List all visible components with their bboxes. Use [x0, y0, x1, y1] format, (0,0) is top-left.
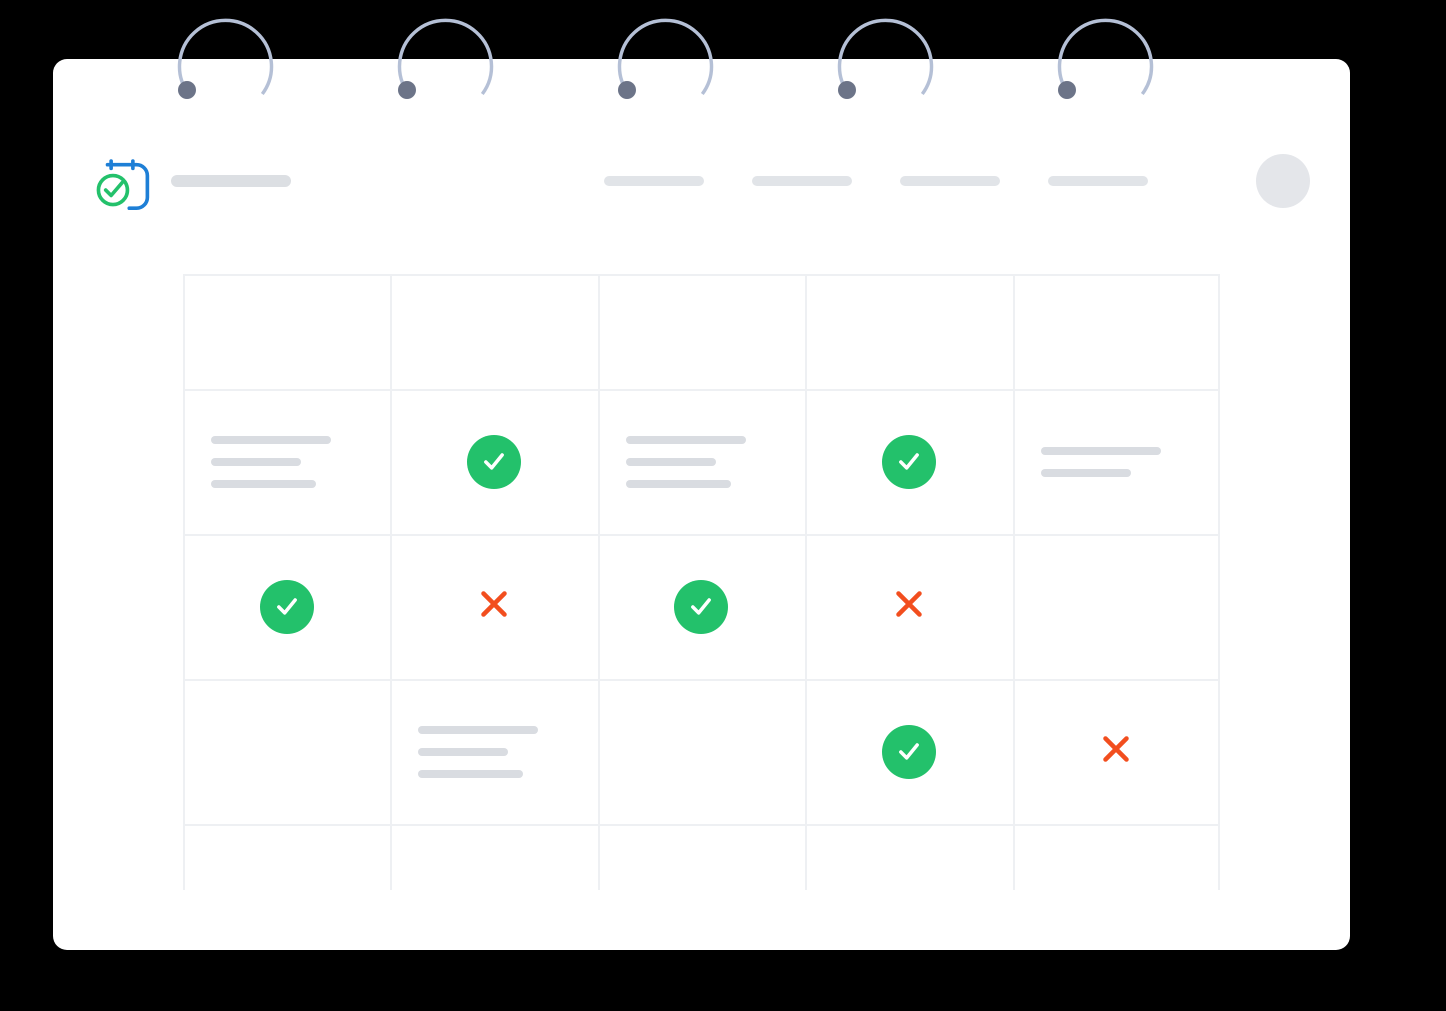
text-placeholder [598, 436, 805, 488]
grid-cell [390, 679, 597, 824]
grid-row [183, 679, 1220, 824]
grid-row [183, 274, 1220, 389]
grid-cell [598, 679, 805, 824]
spiral-ring [168, 2, 283, 117]
nav-item-placeholder[interactable] [1048, 176, 1148, 186]
nav-item-placeholder[interactable] [900, 176, 1000, 186]
grid-cell [183, 679, 390, 824]
grid-cell [1013, 534, 1220, 679]
avatar[interactable] [1256, 154, 1310, 208]
grid-cell [390, 274, 597, 389]
spiral-ring [388, 2, 503, 117]
grid-cell [390, 389, 597, 534]
grid-cell [805, 534, 1012, 679]
grid-cell [1013, 389, 1220, 534]
top-nav [604, 154, 1310, 208]
grid-row [183, 389, 1220, 534]
spiral-ring [1048, 2, 1163, 117]
grid-cell [805, 274, 1012, 389]
cross-icon [891, 586, 927, 627]
cross-icon [1098, 731, 1134, 772]
app-logo-icon [93, 152, 151, 210]
spiral-ring [608, 2, 723, 117]
nav-item-placeholder[interactable] [604, 176, 704, 186]
topbar [93, 151, 1310, 211]
nav-item-placeholder[interactable] [752, 176, 852, 186]
grid-cell [598, 534, 805, 679]
check-icon [260, 580, 314, 634]
check-icon [674, 580, 728, 634]
text-placeholder [183, 436, 390, 488]
grid-cell [183, 389, 390, 534]
check-icon [882, 725, 936, 779]
grid-cell [598, 274, 805, 389]
cross-icon [476, 586, 512, 627]
grid-row [183, 534, 1220, 679]
calendar-grid [183, 274, 1220, 890]
grid-cell [1013, 679, 1220, 824]
brand-name-placeholder [171, 175, 291, 187]
grid-cell [598, 389, 805, 534]
grid-cell [390, 534, 597, 679]
text-placeholder [390, 726, 597, 778]
grid-cell [805, 679, 1012, 824]
grid-cell [805, 389, 1012, 534]
text-placeholder [1013, 447, 1220, 477]
grid-cell [1013, 274, 1220, 389]
spiral-ring [828, 2, 943, 117]
grid-cell [183, 534, 390, 679]
notepad-card [53, 59, 1350, 950]
grid-cell [183, 274, 390, 389]
check-icon [467, 435, 521, 489]
check-icon [882, 435, 936, 489]
